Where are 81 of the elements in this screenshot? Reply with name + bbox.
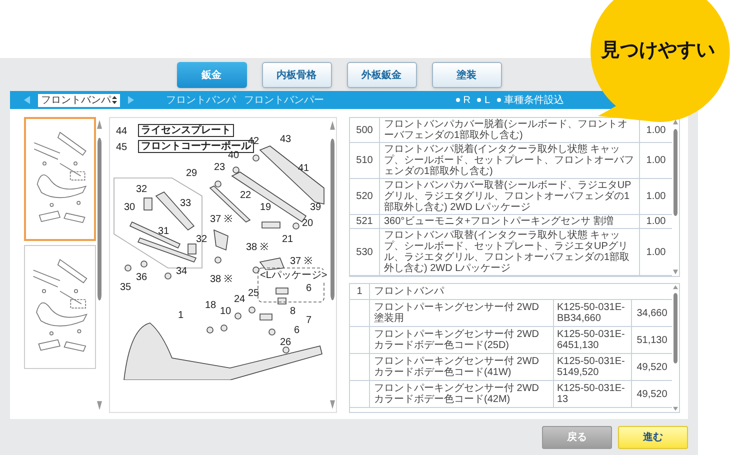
next-arrow-icon[interactable]: [128, 96, 134, 104]
callout-number: 23: [214, 162, 226, 173]
table-cell: 530: [350, 229, 380, 275]
table-cell-text: 49,520: [636, 360, 668, 374]
callout-number: 36: [136, 272, 148, 283]
table-cell: K125-50-031E-6451,130: [554, 327, 632, 353]
callout-number: 25: [248, 288, 260, 299]
table-cell: K125-50-031E-BB34,660: [554, 300, 632, 326]
package-label: <Lパッケージ>: [260, 270, 328, 281]
category-tab[interactable]: 内板骨格: [262, 62, 332, 88]
table-cell: 1: [350, 284, 370, 299]
callout-number: 21: [282, 234, 294, 245]
callout-number: 34: [176, 266, 188, 277]
table-cell: フロントパーキングセンサー付 2WD カラードボデー色コード(25D): [370, 327, 554, 353]
legend-text: L: [484, 94, 490, 106]
callout-number: 6: [306, 283, 312, 294]
callout-number: 33: [180, 198, 192, 209]
breadcrumb-text: フロントバンパ: [166, 94, 236, 106]
table-cell-text: 1.00: [645, 124, 667, 138]
category-tab[interactable]: 鈑金: [176, 62, 246, 88]
callout-number: 40: [228, 150, 240, 161]
callout-number: 31: [158, 226, 170, 237]
callout-number: 37 ※: [210, 214, 232, 225]
table-cell: 510: [350, 143, 380, 178]
callout-number: 22: [240, 190, 252, 201]
table-cell-text: 1.00: [645, 215, 667, 228]
callout-number: 45: [116, 142, 128, 153]
table-cell: K125-50-031E-13: [554, 381, 632, 407]
callout-number: 20: [302, 218, 314, 229]
callout-number: 19: [260, 202, 272, 213]
table-cell-text: 1.00: [645, 190, 667, 204]
callout-number: 39: [310, 202, 322, 213]
callout-number: 8: [290, 306, 296, 317]
callout-number: 30: [124, 202, 136, 213]
callout-number: 44: [116, 126, 128, 137]
callout-number: 24: [234, 294, 246, 305]
callout-number: 29: [186, 168, 198, 179]
callout-number: 18: [205, 300, 216, 311]
previous-arrow-icon[interactable]: [24, 96, 30, 104]
next-button[interactable]: 進む: [618, 426, 688, 449]
callout-number: 43: [280, 134, 292, 145]
legend-text: 車種条件設込: [504, 94, 564, 106]
table-cell-text: 1.00: [645, 154, 667, 168]
callout-number: 1: [178, 310, 184, 321]
part-name-label: ライセンスプレート: [138, 124, 234, 137]
callout-number: 38 ※: [210, 274, 232, 285]
table-cell: 521: [350, 215, 380, 228]
callout-number: 6: [294, 325, 300, 336]
callout-number: 32: [196, 234, 208, 245]
table-cell: フロントバンパ脱着(インタクーラ取外し状態 キャップ、シールボード、セットプレート、フロントオーバフェンダの1部取外し含む): [380, 143, 640, 178]
table-cell: フロントパーキングセンサー付 2WD 塗装用: [370, 300, 554, 326]
table-cell-text: 34,660: [636, 306, 668, 320]
table-cell-text: 49,520: [636, 388, 668, 402]
callout-number: 41: [298, 163, 310, 174]
table-cell: フロントパーキングセンサー付 2WD カラードボデー色コード(41W): [370, 354, 554, 380]
breadcrumb-text: フロントバンパー: [244, 94, 324, 106]
legend-text: R: [463, 94, 470, 106]
table-cell: フロントバンパカバー取替(シールボード、ラジエタUPグリル、ラジエタグリル、フロントオーバフェンダの1部取外し含む) 2WD Lパッケージ: [380, 179, 640, 214]
scrollbar[interactable]: [672, 118, 679, 276]
table-cell: フロントバンパ取替(インタクーラ取外し状態 キャップ、シールボード、セットプレート、ラジエタUPグリル、ラジエタグリル、フロントオーバフェンダの1部取外し含む) 2WD Lパッケージ: [380, 229, 640, 275]
table-cell-text: 1.00: [645, 246, 667, 260]
callout-number: 37 ※: [290, 256, 312, 267]
callout-number: 35: [120, 282, 132, 293]
table-cell: K125-50-031E-5149,520: [554, 354, 632, 380]
table-cell: 520: [350, 179, 380, 214]
table-cell: 360°ビューモニタ+フロントパーキングセンサ 割増: [380, 215, 640, 228]
callout-number: 38 ※: [246, 242, 268, 253]
scrollbar[interactable]: [672, 284, 679, 412]
category-tab[interactable]: 外板鈑金: [346, 62, 416, 88]
callout-number: 10: [220, 306, 232, 317]
table-cell: 500: [350, 118, 380, 142]
category-tab[interactable]: 塗装: [432, 62, 502, 88]
table-cell-text: 51,130: [636, 334, 668, 348]
callout-number: 26: [280, 337, 292, 348]
part-select[interactable]: フロントバンパ: [38, 94, 120, 106]
callout-text: 見つけやすい: [601, 39, 715, 63]
callout-number: 32: [136, 184, 148, 195]
up-down-icon: [112, 96, 117, 104]
table-cell: フロントパーキングセンサー付 2WD カラードボデー色コード(42M): [370, 381, 554, 407]
callout-number: 7: [306, 315, 312, 326]
table-cell-text: フロントバンパ: [373, 285, 446, 299]
